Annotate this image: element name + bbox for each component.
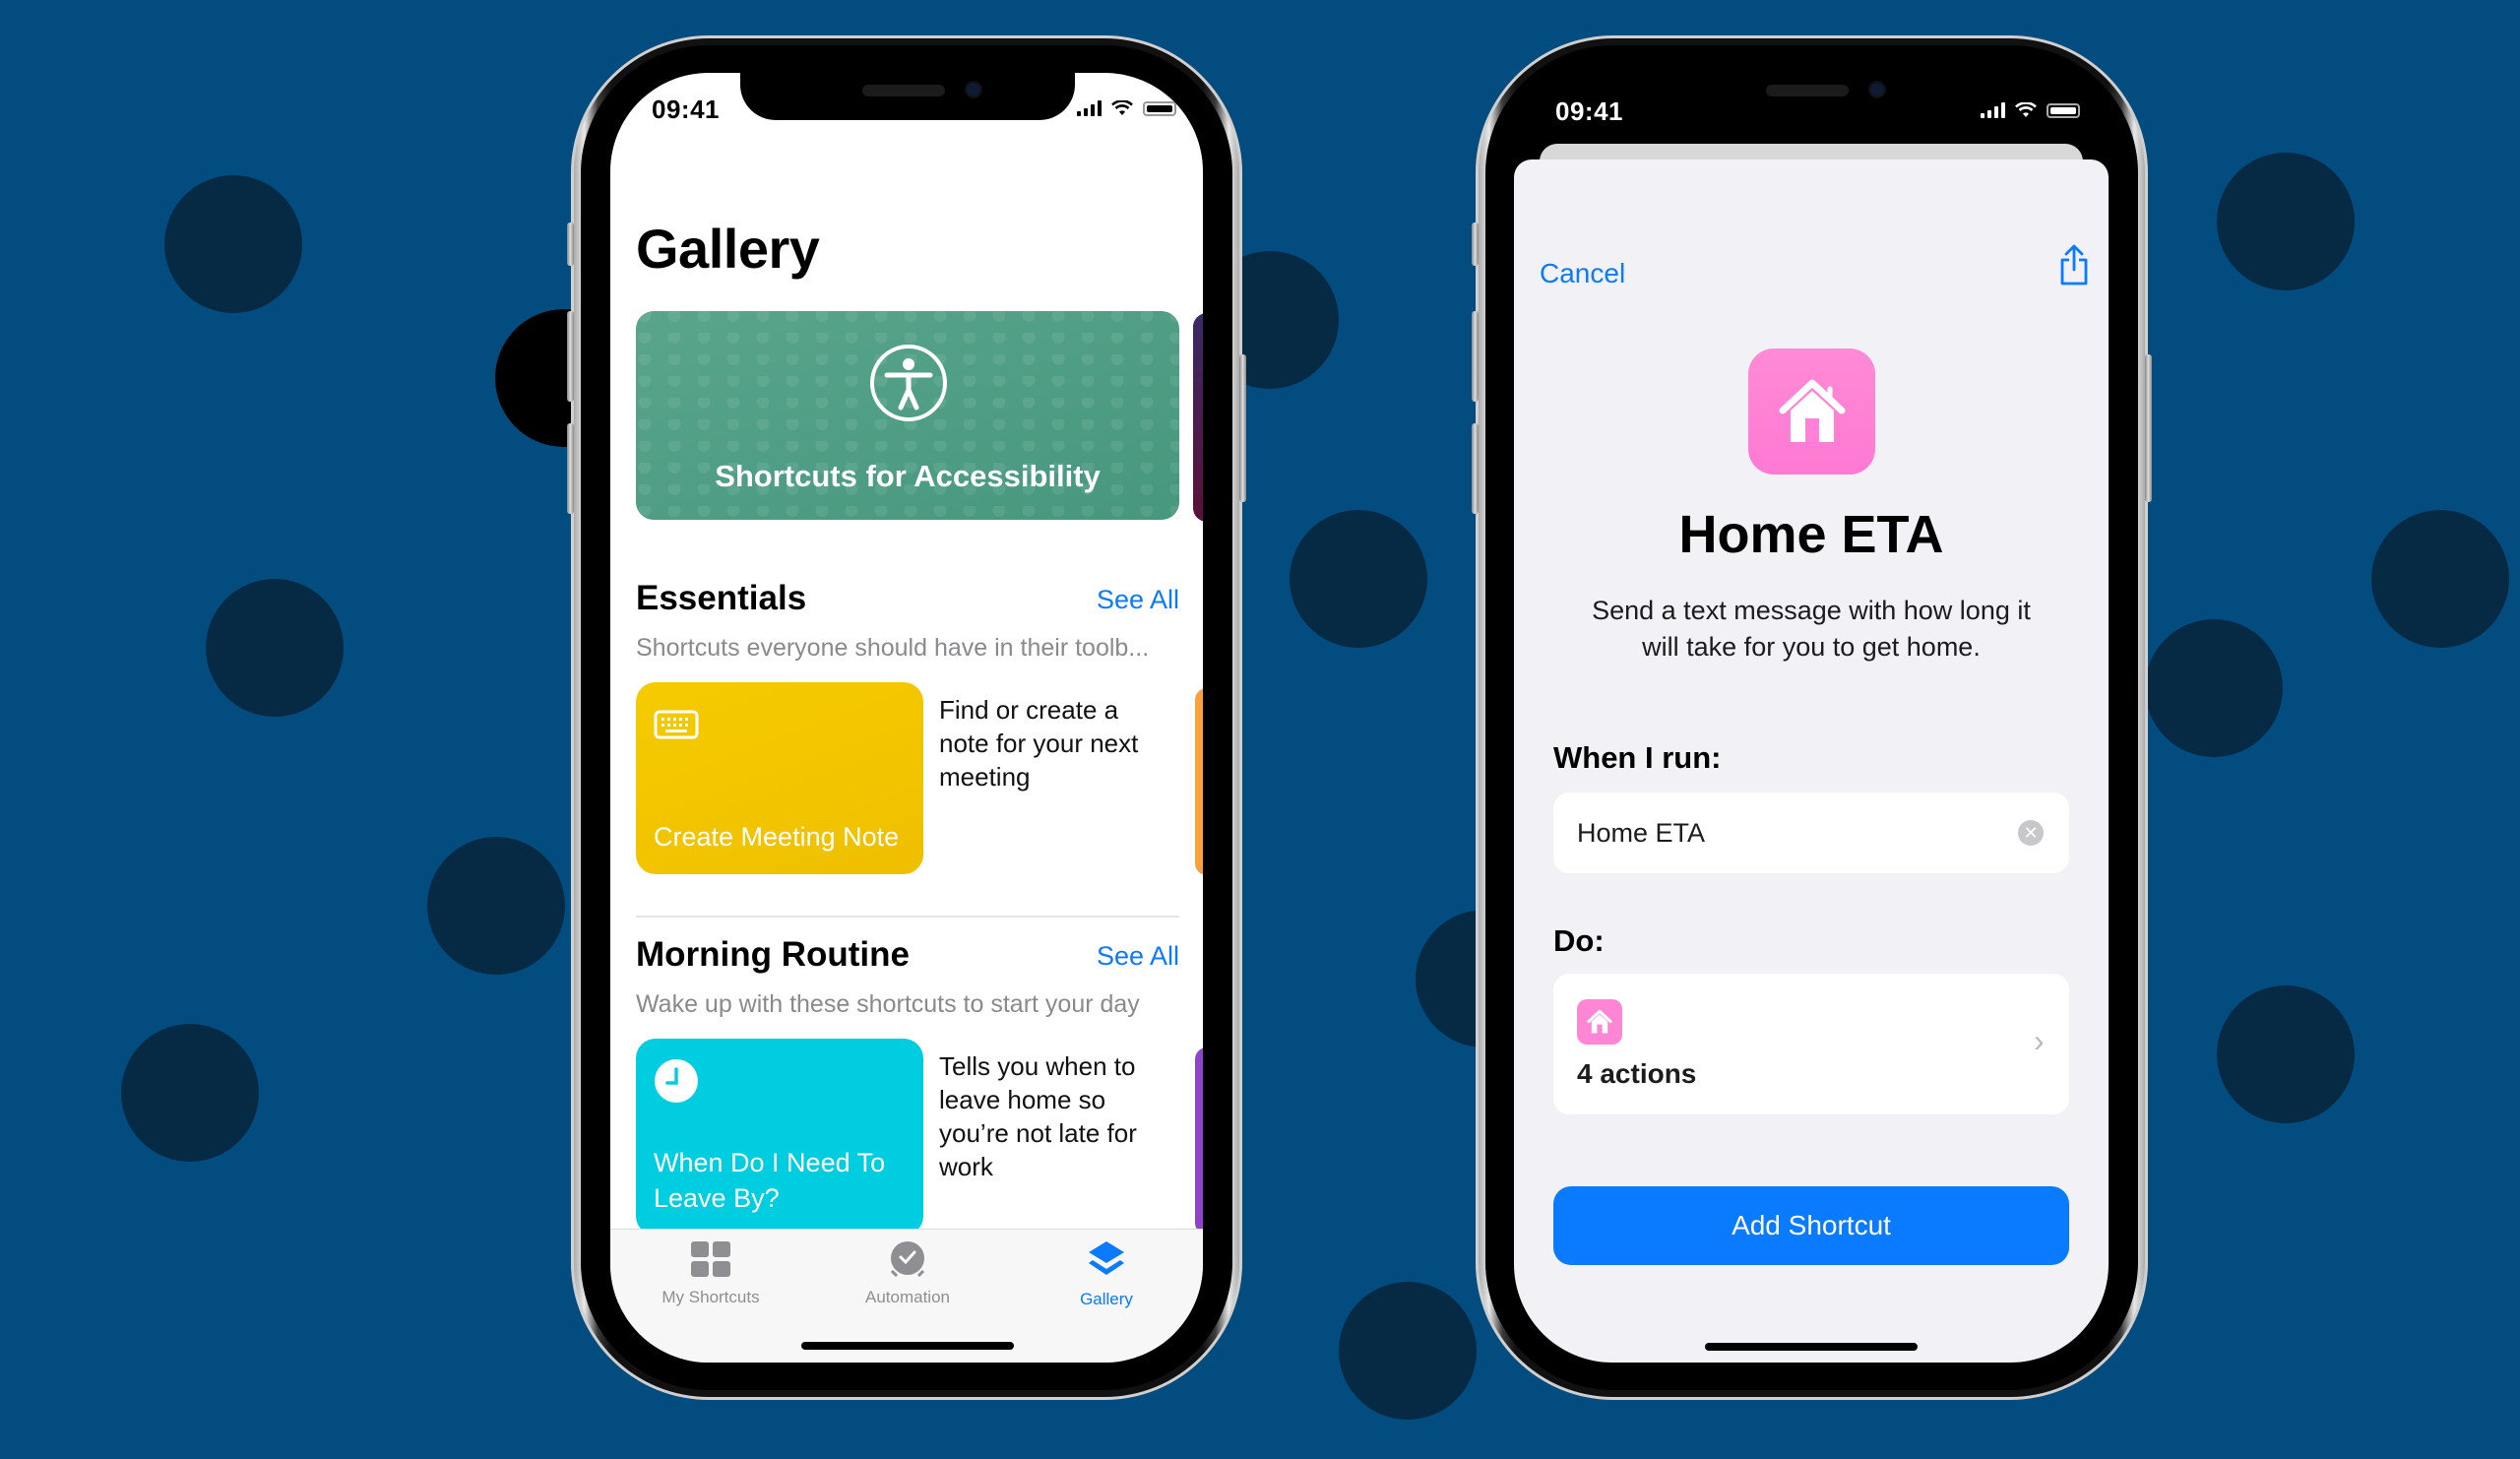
signal-icon — [1981, 102, 2005, 118]
background-dot — [121, 1024, 259, 1162]
tab-bar: My Shortcuts Automation Gallery — [610, 1229, 1203, 1363]
add-shortcut-button[interactable]: Add Shortcut — [1553, 1186, 2069, 1265]
see-all-essentials-link[interactable]: See All — [1097, 585, 1179, 615]
background-dot — [1290, 510, 1427, 648]
tab-label: Gallery — [1080, 1290, 1133, 1308]
next-banner-peek[interactable] — [1193, 313, 1203, 522]
shortcut-description: Send a text message with how long it wil… — [1592, 596, 2031, 662]
right-phone-screen: 09:41 Cancel Home ETA Send a text messag… — [1514, 73, 2109, 1363]
page-title: Gallery — [636, 218, 820, 280]
notch — [1644, 73, 1979, 120]
section-subtitle-essentials: Shortcuts everyone should have in their … — [636, 634, 1150, 662]
left-phone-volume-up — [567, 311, 574, 402]
share-icon[interactable] — [2059, 244, 2089, 285]
background-dot — [164, 175, 302, 313]
background-dot — [2371, 510, 2509, 648]
tab-label: My Shortcuts — [662, 1288, 760, 1306]
clear-text-button[interactable]: ✕ — [2018, 820, 2044, 846]
next-card-peek[interactable] — [1195, 1047, 1203, 1235]
clock-icon — [655, 1059, 698, 1103]
do-label: Do: — [1553, 923, 1605, 958]
shortcut-card-title: Create Meeting Note — [654, 822, 900, 852]
right-phone-power-button — [2145, 354, 2152, 502]
tab-gallery[interactable]: Gallery — [1018, 1241, 1195, 1309]
tab-my-shortcuts[interactable]: My Shortcuts — [622, 1241, 799, 1307]
left-phone-screen: 09:41 Gallery Shortcuts for Accessibilit… — [610, 73, 1203, 1363]
right-phone-volume-up — [1472, 311, 1479, 402]
notch — [740, 73, 1075, 120]
shortcut-mini-icon — [1577, 999, 1622, 1045]
home-indicator — [1705, 1343, 1918, 1351]
shortcut-card-create-meeting-note[interactable]: Create Meeting Note — [636, 682, 923, 874]
chevron-right-icon: › — [2034, 1023, 2045, 1058]
signal-icon — [1077, 100, 1102, 116]
next-card-peek[interactable] — [1195, 688, 1203, 875]
home-indicator — [801, 1342, 1014, 1350]
cancel-button[interactable]: Cancel — [1540, 258, 1625, 289]
when-i-run-label: When I run: — [1553, 740, 1722, 775]
battery-icon — [2047, 102, 2080, 118]
shortcut-card-description: Tells you when to leave home so you’re n… — [939, 1051, 1137, 1181]
left-phone-silent-switch — [567, 222, 574, 266]
actions-count: 4 actions — [1577, 1058, 1697, 1089]
add-shortcut-sheet: Cancel Home ETA Send a text message with… — [1514, 159, 2109, 1363]
shortcut-name-input[interactable] — [1577, 818, 1971, 849]
banner-title: Shortcuts for Accessibility — [715, 459, 1101, 493]
tab-label: Automation — [865, 1288, 950, 1306]
shortcut-card-description: Find or create a note for your next meet… — [939, 695, 1139, 792]
section-divider — [636, 916, 1179, 918]
background-dot — [2217, 153, 2355, 290]
left-phone-volume-down — [567, 423, 574, 514]
status-icons — [1077, 100, 1176, 116]
layers-icon — [1089, 1241, 1124, 1275]
grid-icon — [691, 1241, 730, 1277]
background-dot — [1339, 1282, 1477, 1420]
right-phone-volume-down — [1472, 423, 1479, 514]
shortcut-name-field[interactable]: ✕ — [1553, 793, 2069, 873]
background-dot — [427, 837, 565, 975]
shortcut-card-when-do-i-need-to-leave[interactable]: When Do I Need To Leave By? — [636, 1039, 923, 1236]
shortcut-app-icon — [1748, 349, 1875, 475]
tab-automation[interactable]: Automation — [819, 1241, 996, 1307]
wifi-icon — [1111, 100, 1133, 115]
automation-clock-icon — [890, 1241, 925, 1278]
accessibility-icon — [870, 345, 947, 421]
house-icon — [1779, 379, 1845, 442]
background-dot — [2217, 985, 2355, 1123]
wifi-icon — [2015, 102, 2037, 117]
featured-banner[interactable]: Shortcuts for Accessibility — [636, 311, 1179, 520]
background-dot — [2145, 619, 2283, 757]
section-title-morning-routine: Morning Routine — [636, 935, 911, 974]
battery-icon — [1143, 100, 1176, 116]
section-title-essentials: Essentials — [636, 579, 807, 617]
shortcut-title: Home ETA — [1678, 505, 1944, 564]
house-icon — [1587, 1009, 1612, 1034]
status-time: 09:41 — [652, 95, 720, 124]
right-phone-silent-switch — [1472, 222, 1479, 266]
shortcut-card-title: When Do I Need To Leave By? — [654, 1148, 886, 1213]
actions-card[interactable]: 4 actions › — [1553, 974, 2069, 1114]
left-phone-power-button — [1239, 354, 1246, 502]
section-subtitle-morning-routine: Wake up with these shortcuts to start yo… — [636, 990, 1140, 1018]
see-all-morning-routine-link[interactable]: See All — [1097, 941, 1179, 972]
status-icons — [1981, 102, 2080, 118]
background-dot — [206, 579, 344, 717]
keyboard-icon — [654, 710, 699, 739]
status-time: 09:41 — [1555, 96, 1623, 126]
